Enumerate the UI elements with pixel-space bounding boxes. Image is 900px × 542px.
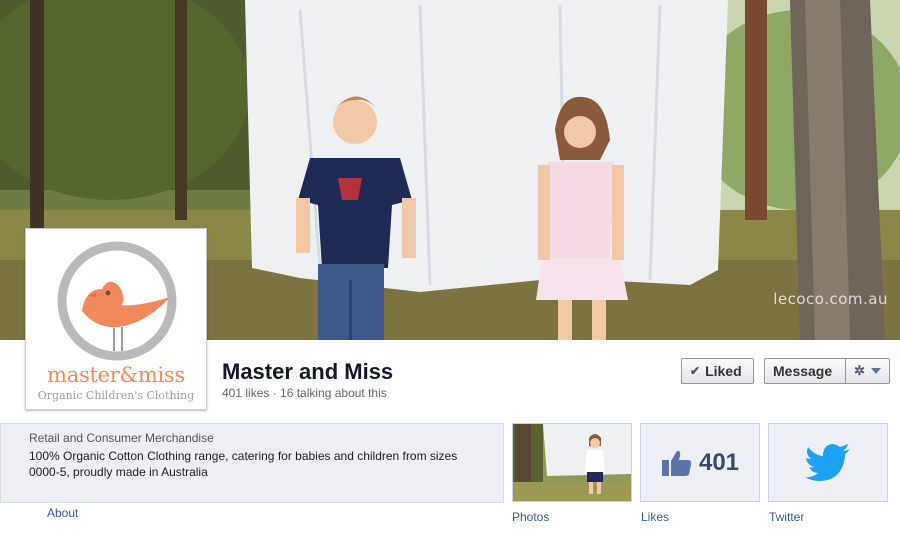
message-button-label: Message (773, 363, 833, 379)
photos-thumbnail (513, 424, 631, 501)
settings-dropdown-button[interactable]: ✲ (845, 358, 890, 384)
page-description: 100% Organic Cotton Clothing range, cate… (29, 449, 458, 479)
page-category: Retail and Consumer Merchandise (29, 431, 214, 445)
gear-icon: ✲ (854, 363, 865, 378)
profile-picture[interactable]: master&miss Organic Children's Clothing (25, 228, 207, 410)
about-summary[interactable]: Retail and Consumer Merchandise 100% Org… (0, 423, 504, 503)
likes-count: 401 (698, 448, 740, 476)
thumbs-up-icon (661, 450, 692, 476)
page-stats: 401 likes · 16 talking about this (222, 386, 387, 400)
page-title[interactable]: Master and Miss (222, 359, 393, 385)
likes-tile[interactable]: 401 (640, 423, 760, 502)
chevron-down-icon (870, 368, 881, 374)
twitter-link[interactable]: Twitter (769, 510, 804, 524)
checkmark-icon: ✔ (690, 364, 701, 378)
liked-button-label: Liked (705, 363, 742, 379)
twitter-bird-icon (805, 443, 850, 481)
photos-tile[interactable] (512, 423, 632, 502)
liked-button[interactable]: ✔ Liked (681, 358, 754, 384)
likes-link[interactable]: Likes (641, 510, 669, 524)
message-button[interactable]: Message (764, 358, 846, 384)
photos-link[interactable]: Photos (512, 510, 549, 524)
logo-tagline: Organic Children's Clothing (37, 389, 195, 402)
about-link[interactable]: About (47, 506, 78, 520)
cover-watermark: lecoco.com.au (773, 290, 888, 308)
logo-wordmark: master&miss (47, 363, 185, 387)
bird-logo-icon (57, 241, 177, 361)
brand-logo: master&miss Organic Children's Clothing (30, 233, 202, 405)
twitter-tile[interactable] (768, 423, 888, 502)
